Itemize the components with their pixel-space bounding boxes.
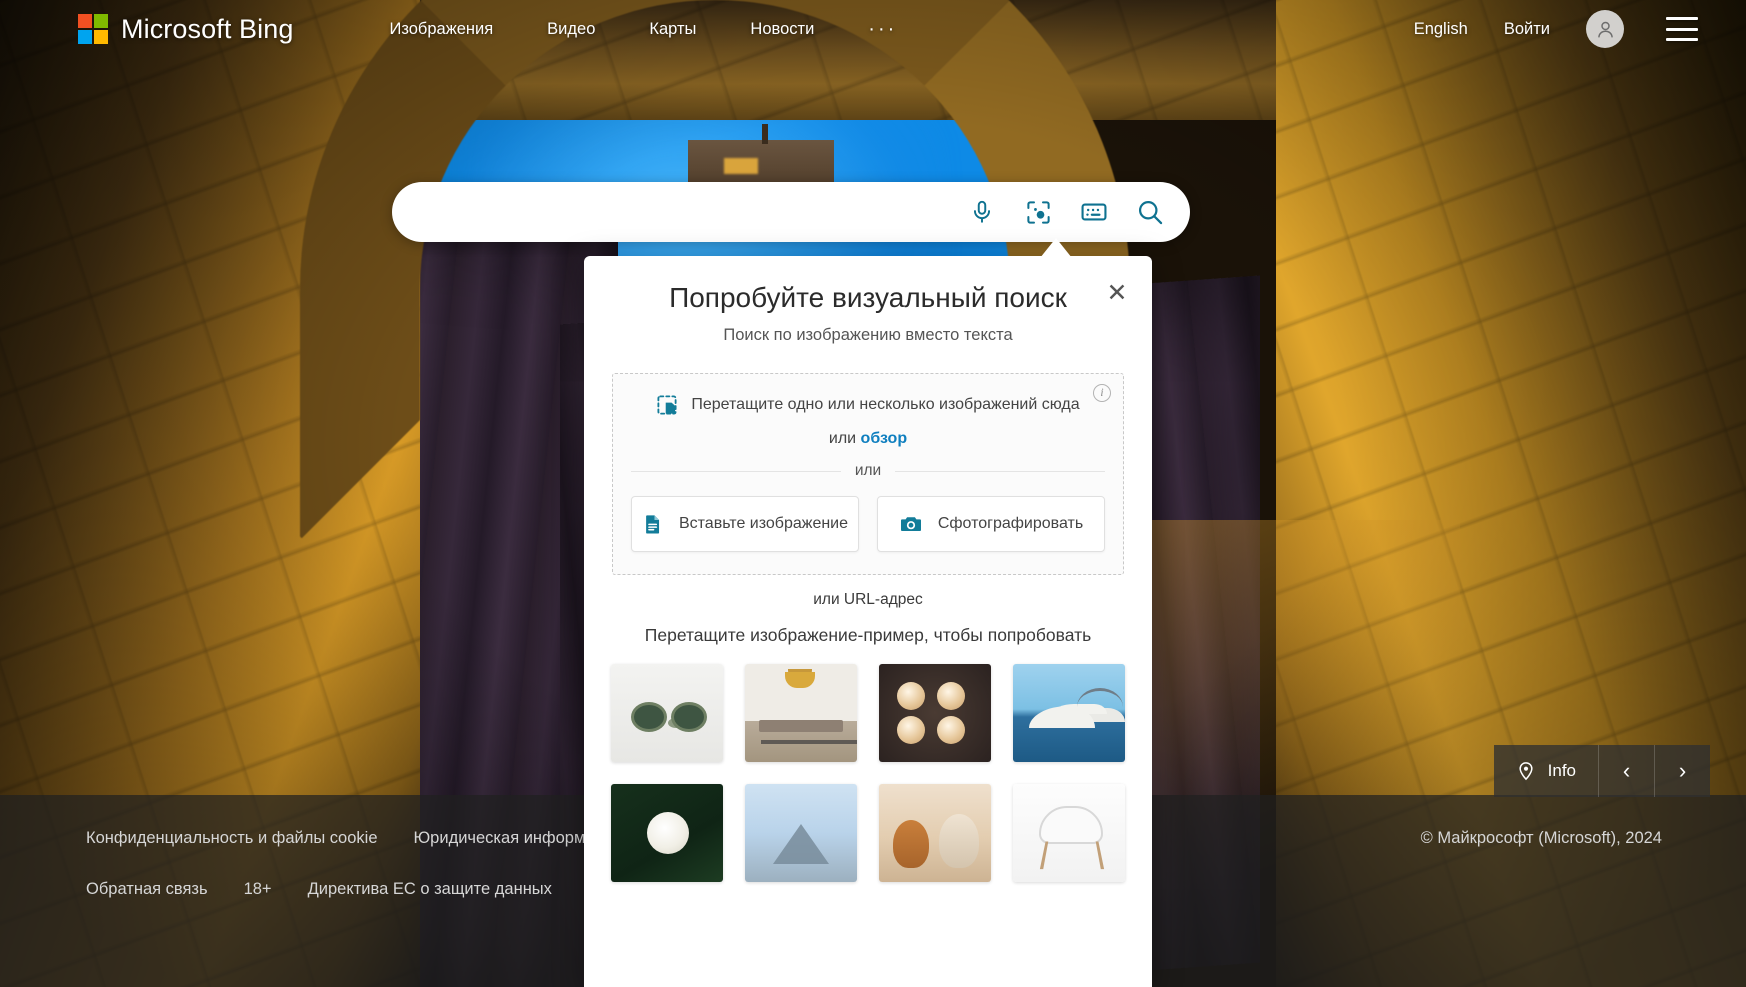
footer-eu-directive[interactable]: Директива ЕС о защите данных	[308, 880, 552, 899]
paste-image-button[interactable]: Вставьте изображение	[631, 496, 859, 552]
image-info-bar: Info ‹ ›	[1493, 745, 1710, 797]
browse-row: или обзор	[631, 430, 1105, 448]
visual-search-dialog: ✕ Попробуйте визуальный поиск Поиск по и…	[584, 256, 1152, 987]
sample-images-grid	[584, 664, 1152, 882]
microphone-icon[interactable]	[966, 196, 998, 228]
search-icon[interactable]	[1134, 196, 1166, 228]
nav-news[interactable]: Новости	[750, 20, 814, 39]
camera-icon	[900, 517, 921, 531]
sample-sydney-opera-house[interactable]	[1013, 664, 1125, 762]
main-nav: Изображения Видео Карты Новости ···	[389, 18, 951, 41]
bing-logo[interactable]: Microsoft Bing	[78, 14, 293, 45]
sample-louvre-pyramid[interactable]	[745, 784, 857, 882]
sample-dining-room[interactable]	[745, 664, 857, 762]
person-icon	[1597, 21, 1613, 37]
footer-privacy-cookies[interactable]: Конфиденциальность и файлы cookie	[86, 829, 378, 848]
footer-feedback[interactable]: Обратная связь	[86, 880, 208, 899]
sign-in-link[interactable]: Войти	[1504, 20, 1550, 39]
prev-image-button[interactable]: ‹	[1598, 745, 1654, 797]
nav-more-icon[interactable]: ···	[868, 18, 897, 41]
nav-images[interactable]: Изображения	[389, 20, 493, 39]
dialog-title: Попробуйте визуальный поиск	[669, 282, 1067, 313]
footer-adult[interactable]: 18+	[244, 880, 272, 899]
keyboard-icon[interactable]	[1078, 196, 1110, 228]
dropzone-drag-text: Перетащите одно или несколько изображени…	[691, 396, 1080, 413]
next-image-button[interactable]: ›	[1654, 745, 1710, 797]
logo-text: Microsoft Bing	[121, 13, 294, 44]
search-input[interactable]	[392, 201, 966, 223]
separator-line-left	[631, 470, 841, 472]
footer-copyright: © Майкрософт (Microsoft), 2024	[1420, 829, 1662, 847]
paste-image-label: Вставьте изображение	[678, 515, 849, 532]
dialog-caret	[1040, 238, 1072, 258]
sample-chair[interactable]	[1013, 784, 1125, 882]
browse-link[interactable]: обзор	[861, 430, 908, 447]
or-prefix: или	[828, 430, 861, 447]
separator-label: или	[854, 462, 882, 479]
page-header: Microsoft Bing Изображения Видео Карты Н…	[0, 0, 1746, 58]
info-label: Info	[1547, 761, 1576, 780]
nav-video[interactable]: Видео	[547, 20, 595, 39]
avatar[interactable]	[1586, 10, 1624, 48]
close-icon[interactable]: ✕	[1102, 278, 1132, 308]
search-box-icons	[966, 196, 1190, 228]
url-option-label[interactable]: или URL-адрес	[584, 591, 1152, 609]
visual-search-icon[interactable]	[1022, 196, 1054, 228]
drag-image-icon	[657, 395, 677, 415]
language-switch[interactable]: English	[1414, 20, 1468, 39]
sample-white-rose[interactable]	[611, 784, 723, 882]
search-box[interactable]	[392, 182, 1190, 242]
document-paste-icon	[646, 515, 660, 534]
separator-line-right	[895, 470, 1105, 472]
image-dropzone[interactable]: i Перетащите одно или несколько изображе…	[612, 373, 1124, 575]
microsoft-logo-icon	[78, 14, 108, 44]
location-pin-icon	[1519, 762, 1533, 781]
take-photo-button[interactable]: Сфотографировать	[877, 496, 1105, 552]
nav-maps[interactable]: Карты	[649, 20, 696, 39]
header-right-group: English Войти	[1414, 10, 1698, 48]
dropzone-buttons: Вставьте изображение Сфотографировать	[631, 496, 1105, 552]
sample-sunglasses[interactable]	[611, 664, 723, 762]
footer-row-secondary: Обратная связь 18+ Директива ЕС о защите…	[86, 880, 588, 899]
dropzone-prompt-row: Перетащите одно или несколько изображени…	[631, 394, 1105, 416]
dialog-subtitle: Поиск по изображению вместо текста	[723, 326, 1013, 344]
sample-latte-art[interactable]	[879, 664, 991, 762]
sample-prompt-text: Перетащите изображение-пример, чтобы поп…	[644, 625, 1092, 645]
info-icon[interactable]: i	[1093, 384, 1111, 402]
take-photo-label: Сфотографировать	[937, 515, 1084, 532]
hamburger-menu-icon[interactable]	[1666, 17, 1698, 41]
info-button[interactable]: Info	[1493, 745, 1598, 797]
sample-dogs[interactable]	[879, 784, 991, 882]
footer-row-primary: Конфиденциальность и файлы cookie Юридич…	[86, 829, 658, 848]
or-separator: или	[631, 462, 1105, 480]
